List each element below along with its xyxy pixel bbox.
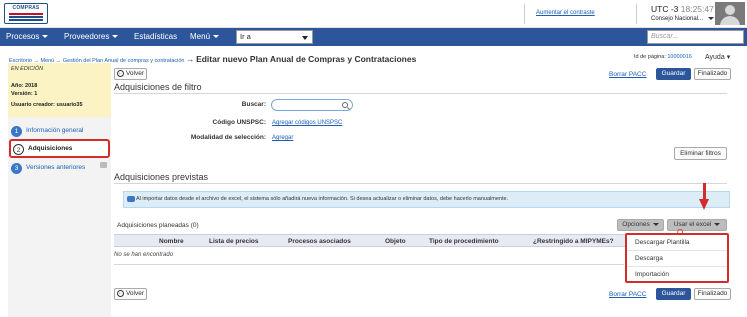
col-objeto[interactable]: Objeto [385,238,406,245]
col-lista-precios[interactable]: Lista de precios [209,238,259,245]
arrow-left-icon: ← [116,69,124,77]
step-number: 2 [13,144,24,155]
save-button[interactable]: Guardar [656,68,691,80]
empty-message: No se han encontrado [114,252,174,258]
increase-contrast-link[interactable]: Aumentar el contraste [536,10,595,16]
time-label: 18:25:47 [680,4,714,14]
filter-section-title: Adquisiciones de filtro [114,82,202,92]
unspsc-label: Código UNSPSC: [212,119,266,126]
back-label: Volver [125,70,145,77]
status-badge: EN EDICIÓN [11,66,44,72]
chevron-down-icon [213,35,220,39]
compras-logo[interactable]: COMPRAS [4,3,48,24]
add-unspsc-link[interactable]: Agregar códigos UNSPSC [272,120,342,126]
help-label: Ayuda [705,54,725,61]
step-adquisiciones[interactable]: 2 Adquisiciones [9,139,110,158]
page-id-label: Id de página: [634,54,666,60]
organization-name: Consejo Nacional... [651,16,704,22]
divider [114,93,727,94]
timezone-label: UTC -3 [651,4,679,14]
chevron-down-icon [707,16,714,20]
nav-label: Menú [190,32,211,41]
selection-mode-label: Modalidad de selección: [190,134,266,141]
chevron-down-icon [714,222,721,226]
finish-button-bottom[interactable]: Finalizado [694,288,731,300]
clear-filters-button[interactable]: Eliminar filtros [674,147,727,160]
back-label: Volver [125,290,145,297]
lock-icon [100,162,107,168]
plan-version: Versión: 1 [11,91,38,97]
back-button-bottom[interactable]: ← Volver [114,288,147,300]
step-number: 3 [11,163,22,174]
help-link[interactable]: Ayuda ▾ [705,53,730,61]
delete-pacc-link[interactable]: Borrar PACC [609,71,646,78]
plan-year: Año: 2018 [11,83,38,89]
search-label: Buscar: [241,101,266,108]
divider [114,183,727,184]
nav-estadisticas[interactable]: Estadísticas [134,28,177,46]
divider [114,264,624,265]
chevron-down-icon [302,36,308,40]
plan-creator: Usuario creador: usuario35 [11,102,83,108]
nav-label: Estadísticas [134,32,178,41]
chat-icon [127,196,135,202]
excel-dropdown-menu: Descargar Plantilla Descarga Importación [625,233,729,283]
finish-button[interactable]: Finalizado [694,68,731,80]
nav-proveedores[interactable]: Proveedores [64,28,119,46]
goto-select[interactable]: Ir a [236,30,313,44]
chevron-down-icon [42,35,49,39]
info-text: Al importar datos desde el archivo de ex… [136,196,509,202]
back-button[interactable]: ← Volver [114,68,147,80]
menu-item-download[interactable]: Descarga [627,251,727,267]
chevron-down-icon: ▾ [726,54,731,61]
step-number: 1 [11,126,22,137]
info-banner: Al importar datos desde el archivo de ex… [123,191,730,208]
nav-label: Procesos [6,32,40,41]
menu-item-import[interactable]: Importación [627,267,727,283]
page-id: Id de página: 10000016 [634,54,692,60]
options-button[interactable]: Opciones [617,219,664,231]
avatar[interactable] [715,2,745,25]
annotation-mark: O [677,228,684,237]
chevron-down-icon [112,35,119,39]
goto-value: Ir a [240,32,251,41]
chevron-down-icon [652,222,659,226]
delete-pacc-link-bottom[interactable]: Borrar PACC [609,291,646,298]
step-versiones-anteriores[interactable]: 3 Versiones anteriores [8,159,111,177]
options-label: Opciones [622,221,650,228]
clock: UTC -3 18:25:47 [651,4,714,14]
use-excel-button[interactable]: Usar el excel [667,219,727,231]
planned-count: Adquisiciones planeadas (0) [117,222,199,229]
nav-label: Proveedores [64,32,110,41]
annotation-arrow-head [699,199,709,210]
plan-status-box: EN EDICIÓN Año: 2018 Versión: 1 Usuario … [8,63,111,117]
global-search-input[interactable]: Buscar... [647,30,744,44]
logo-text: COMPRAS [12,5,40,11]
step-informacion-general[interactable]: 1 Información general [8,122,111,140]
step-label: Adquisiciones [28,145,73,152]
save-button-bottom[interactable]: Guardar [656,288,691,300]
col-restringido-mipymes[interactable]: ¿Restringido a MIPYMEs? [533,238,614,245]
col-tipo-procedimiento[interactable]: Tipo de procedimiento [429,238,499,245]
planned-section-title: Adquisiciones previstas [114,172,209,182]
col-nombre[interactable]: Nombre [159,238,184,245]
page-title: Editar nuevo Plan Anual de Compras y Con… [196,54,417,64]
menu-item-download-template[interactable]: Descargar Plantilla [627,235,727,251]
nav-menu[interactable]: Menú [190,28,220,46]
filter-search-input[interactable] [271,99,353,111]
add-selection-mode-link[interactable]: Agregar [272,135,293,141]
arrow-left-icon: ← [116,289,124,297]
col-procesos-asociados[interactable]: Procesos asociados [288,238,351,245]
arrow-right-icon: → [186,54,195,64]
divider [636,4,637,24]
annotation-arrow [703,183,706,199]
page-id-value[interactable]: 10000016 [667,54,691,60]
use-excel-label: Usar el excel [673,221,712,228]
top-bar [0,0,747,28]
divider [524,4,525,24]
step-label: Información general [26,127,84,134]
step-label: Versiones anteriores [26,164,86,171]
organization-selector[interactable]: Consejo Nacional... [651,16,714,22]
nav-procesos[interactable]: Procesos [6,28,49,46]
